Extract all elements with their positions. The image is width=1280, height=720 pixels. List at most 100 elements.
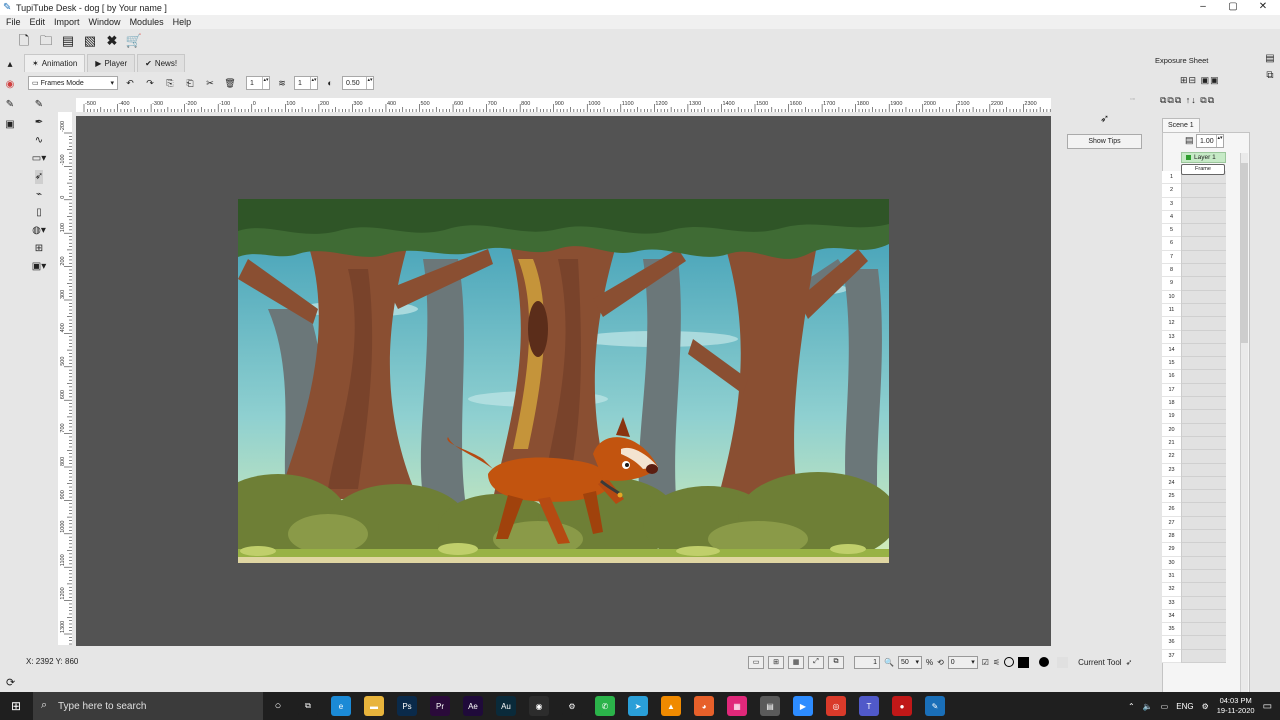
exposure-row[interactable]: 14 [1162, 343, 1226, 358]
brush-icon[interactable]: ✎ [6, 98, 14, 112]
tupitube-icon[interactable]: ✎ [925, 696, 945, 716]
frame-cell[interactable] [1181, 543, 1226, 557]
fill-swatch[interactable] [1057, 656, 1069, 668]
premiere-icon[interactable]: Pr [430, 696, 450, 716]
app-pink-icon[interactable]: ▦ [727, 696, 747, 716]
save-as-icon[interactable]: ▧ [82, 33, 98, 49]
ink-icon[interactable]: ✒ [35, 116, 43, 130]
close-button[interactable]: ✕ [1248, 0, 1278, 15]
exposure-row[interactable]: 23 [1162, 463, 1226, 477]
color-palette-icon[interactable]: ◉ [6, 78, 15, 92]
color-swatch[interactable] [1018, 656, 1030, 668]
frame-cell[interactable] [1181, 556, 1226, 570]
frame-cell[interactable] [1181, 290, 1226, 304]
grid-icon[interactable]: ▦ [788, 655, 804, 669]
exposure-row[interactable]: 10 [1162, 290, 1226, 304]
calculator-icon[interactable]: ▤ [760, 696, 780, 716]
telegram-icon[interactable]: ➤ [628, 696, 648, 716]
frame-cell[interactable] [1181, 197, 1226, 211]
frame-cell[interactable] [1181, 277, 1226, 291]
exposure-row[interactable]: 32 [1162, 583, 1226, 597]
photoshop-icon[interactable]: Ps [397, 696, 417, 716]
tab-animation[interactable]: ✶ Animation [24, 54, 86, 72]
frame-cell[interactable] [1181, 490, 1226, 504]
safe-area-icon[interactable]: ▭ [748, 655, 764, 669]
camera-icon[interactable]: ◉ [529, 696, 549, 716]
tab-news[interactable]: ✔ News! [137, 54, 186, 72]
menu-file[interactable]: File [6, 15, 21, 29]
frame-cell[interactable] [1181, 609, 1226, 624]
frame-cell-selected[interactable]: Frame [1181, 164, 1225, 175]
exposure-row[interactable]: 29 [1162, 543, 1226, 557]
frame-cell[interactable] [1181, 410, 1226, 424]
volume-icon[interactable]: 🔈 [1143, 702, 1153, 711]
exposure-row[interactable]: 18 [1162, 397, 1226, 411]
open-project-icon[interactable]: 🗀 [38, 33, 54, 49]
exposure-scrollbar[interactable] [1240, 153, 1248, 713]
maximize-button[interactable]: ▢ [1218, 0, 1248, 15]
exposure-row[interactable]: 17 [1162, 383, 1226, 398]
new-project-icon[interactable]: 🗋 [16, 33, 32, 49]
layer-header[interactable]: Layer 1 [1181, 152, 1226, 163]
frame-cell[interactable] [1181, 303, 1226, 318]
opacity-spinbox[interactable]: 0.50 ▴▾ [342, 76, 374, 90]
after-effects-icon[interactable]: Ae [463, 696, 483, 716]
file-explorer-icon[interactable]: ▬ [364, 696, 384, 716]
notifications-icon[interactable]: ▭ [1263, 701, 1272, 712]
tab-player[interactable]: ▶ Player [87, 54, 136, 72]
selection-icon[interactable]: ➶ [34, 170, 44, 184]
eraser-icon[interactable]: ▯ [36, 206, 42, 220]
exposure-row[interactable]: 21 [1162, 436, 1226, 451]
exposure-row[interactable]: 30 [1162, 556, 1226, 570]
frame-cell[interactable] [1181, 264, 1226, 278]
frame-cell[interactable] [1181, 397, 1226, 411]
trash-icon[interactable]: 🗑 [222, 75, 238, 91]
layers-view-icon[interactable]: ⧉ [828, 655, 844, 669]
save-icon[interactable]: ▤ [60, 33, 76, 49]
frame-cell[interactable] [1181, 383, 1226, 398]
tray-settings-icon[interactable]: ⚙ [1202, 702, 1209, 711]
exposure-row[interactable]: 19 [1162, 410, 1226, 424]
network-icon[interactable]: ▭ [1161, 702, 1169, 711]
polyline-icon[interactable]: ∿ [35, 134, 43, 148]
exposure-row[interactable]: 3 [1162, 197, 1226, 211]
exposure-row[interactable]: 12 [1162, 317, 1226, 331]
frame-cell[interactable] [1181, 530, 1226, 544]
cart-icon[interactable]: 🛒 [126, 33, 142, 49]
frames-mode-select[interactable]: ▭ Frames Mode ▾ [28, 76, 118, 90]
language-indicator[interactable]: ENG [1176, 702, 1193, 711]
frame-cell[interactable] [1181, 224, 1226, 238]
frame-cell[interactable] [1181, 330, 1226, 344]
frame-cell[interactable] [1181, 237, 1226, 251]
frame-cell[interactable] [1181, 210, 1226, 225]
exposure-row[interactable]: 33 [1162, 596, 1226, 610]
scrollbar-thumb[interactable] [1241, 163, 1248, 343]
frame-cell[interactable] [1181, 636, 1226, 650]
exposure-row[interactable]: 36 [1162, 636, 1226, 650]
onion-past-spinbox[interactable]: 1 ▴▾ [246, 76, 270, 90]
zoom-icon[interactable]: ▶ [793, 696, 813, 716]
library-icon[interactable]: ▣ [5, 118, 14, 132]
exposure-row[interactable]: 15 [1162, 357, 1226, 371]
exposure-row[interactable]: 7 [1162, 250, 1226, 265]
redo-icon[interactable]: ↷ [142, 75, 158, 91]
recorder-icon[interactable]: ● [892, 696, 912, 716]
undo-icon[interactable]: ↶ [122, 75, 138, 91]
frame-cell[interactable] [1181, 357, 1226, 371]
frame-cell[interactable] [1181, 317, 1226, 331]
menu-window[interactable]: Window [89, 15, 121, 29]
timeline-panel-icon[interactable]: ⧉ [1266, 70, 1273, 81]
cut-icon[interactable]: ✂ [202, 75, 218, 91]
scene-add-remove-icons[interactable]: ⊞⊟ ▣▣ [1180, 75, 1220, 86]
frame-cell[interactable] [1181, 343, 1226, 358]
frame-cell[interactable] [1181, 503, 1226, 517]
exposure-row[interactable]: 24 [1162, 476, 1226, 491]
nodes-icon[interactable]: ⌁ [36, 188, 42, 202]
exposure-panel-icon[interactable]: ▤ [1265, 53, 1274, 64]
grid-view-icon[interactable]: ⊞ [768, 655, 784, 669]
frame-cell[interactable] [1181, 516, 1226, 531]
exposure-row[interactable]: 25 [1162, 490, 1226, 504]
frame-cell[interactable] [1181, 463, 1226, 477]
firefox-icon[interactable]: ◕ [694, 696, 714, 716]
edge-icon[interactable]: e [331, 696, 351, 716]
